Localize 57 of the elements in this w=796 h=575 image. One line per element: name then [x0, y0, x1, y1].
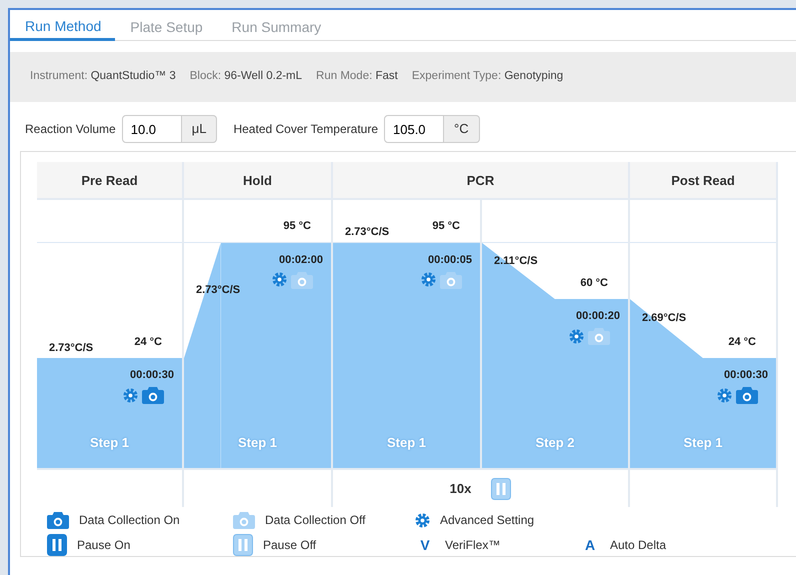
letter-icon: V — [415, 534, 435, 556]
camera-icon — [47, 511, 69, 529]
hold-time-label[interactable]: 00:00:30 — [724, 367, 768, 384]
hold-time-label[interactable]: 00:02:00 — [278, 252, 323, 268]
stage-header: Pre Read — [37, 162, 184, 200]
unit-label: °C — [444, 115, 480, 143]
ramp-rate-label: 2.73°C/S — [345, 225, 390, 240]
camera-icon[interactable] — [142, 386, 164, 404]
hold-time-label[interactable]: 00:00:05 — [428, 252, 472, 268]
legend-label: Pause On — [77, 537, 130, 554]
run-info-text: Instrument: QuantStudio™ 3 — [30, 69, 176, 84]
stage-header: Hold — [184, 162, 333, 200]
ramp-rate-label: 2.11°C/S — [494, 254, 538, 269]
letter-icon: A — [580, 534, 600, 556]
camera-icon[interactable] — [736, 386, 758, 404]
temperature-label[interactable]: 60 °C — [580, 274, 608, 292]
tab[interactable]: Run Method — [10, 10, 116, 41]
run-info-text: Run Mode: Fast — [316, 69, 398, 84]
unit-label: μL — [182, 115, 218, 143]
ramp-rate-label: 2.73°C/S — [49, 340, 94, 356]
cycle-count[interactable]: 10x — [450, 478, 472, 498]
step-label: Step 1 — [387, 434, 426, 452]
legend-label: Pause Off — [263, 537, 316, 554]
legend-label: VeriFlex™ — [445, 537, 500, 554]
hold-time-label[interactable]: 00:00:20 — [576, 308, 620, 325]
stage-header: PCR — [333, 162, 630, 200]
temperature-label[interactable]: 24 °C — [134, 334, 162, 350]
run-info-text: Experiment Type: Genotyping — [412, 69, 564, 84]
camera-icon — [233, 511, 255, 529]
ramp-rate-label: 2.69°C/S — [642, 311, 686, 326]
legend-label: Data Collection On — [79, 512, 180, 529]
temperature-label[interactable]: 95 °C — [283, 218, 311, 235]
step-label: Step 1 — [90, 434, 129, 452]
input-field[interactable]: 105.0 — [384, 115, 444, 143]
field-label: Heated Cover Temperature — [233, 121, 378, 138]
run-info-text: Block: 96-Well 0.2-mL — [190, 69, 302, 84]
gear-icon[interactable] — [272, 272, 287, 288]
temperature-label[interactable]: 24 °C — [728, 334, 756, 350]
gear-icon[interactable] — [717, 388, 732, 403]
step-label: Step 1 — [238, 434, 277, 452]
hold-time-label[interactable]: 00:00:30 — [130, 367, 174, 384]
legend-label: Data Collection Off — [265, 512, 366, 529]
stage-header: Post Read — [630, 162, 778, 200]
input-field[interactable]: 10.0 — [122, 115, 182, 143]
gear-icon — [415, 512, 430, 528]
pause-icon — [47, 534, 67, 556]
step-label: Step 1 — [684, 434, 722, 452]
gear-icon[interactable] — [569, 328, 584, 344]
temperature-label[interactable]: 95 °C — [432, 218, 460, 235]
field-label: Reaction Volume — [25, 121, 116, 138]
ramp-rate-label: 2.73°C/S — [196, 283, 240, 298]
gear-icon[interactable] — [123, 388, 138, 403]
legend-label: Auto Delta — [610, 537, 666, 554]
pause-icon — [233, 534, 253, 556]
legend-label: Advanced Setting — [440, 512, 534, 529]
step-label: Step 2 — [536, 434, 574, 452]
gear-icon[interactable] — [421, 272, 436, 288]
